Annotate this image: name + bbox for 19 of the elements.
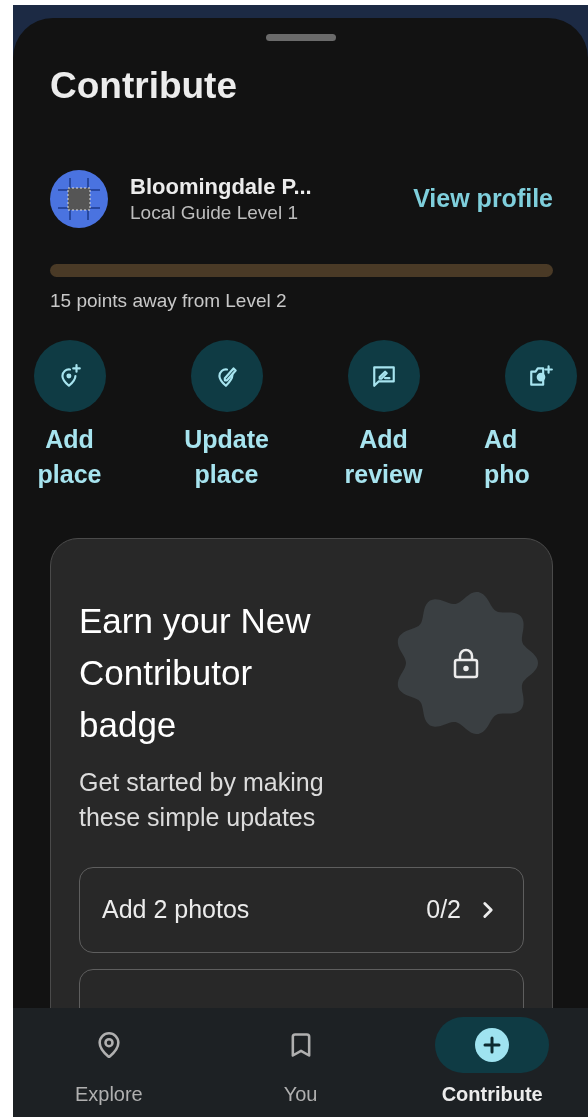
- nav-tab[interactable]: Contribute: [396, 1008, 588, 1117]
- badge-subtitle: Get started by making these simple updates: [79, 766, 325, 833]
- page-title: Contribute: [50, 67, 239, 104]
- plus-icon: [475, 1028, 510, 1062]
- guide-level: Local Guide Level 1: [130, 200, 299, 225]
- badge-title: Earn your New Contributor badge: [79, 599, 312, 746]
- action-button[interactable]: Ad pho: [462, 339, 588, 492]
- action-button[interactable]: Add place: [13, 339, 148, 492]
- avatar-icon: [50, 170, 108, 228]
- points-caption: 15 points away from Level 2: [50, 289, 288, 313]
- drag-handle[interactable]: [265, 34, 336, 41]
- view-profile-link[interactable]: View profile: [413, 180, 553, 218]
- action-button[interactable]: Add review: [305, 339, 462, 492]
- camera-plus-icon: [527, 362, 554, 389]
- nav-tab[interactable]: You: [204, 1008, 397, 1117]
- task-row[interactable]: Add 2 photos 0/2: [79, 866, 524, 953]
- profile-name: Bloomingdale P...: [130, 173, 312, 201]
- nav-tab[interactable]: Explore: [13, 1008, 205, 1117]
- action-button[interactable]: Update place: [148, 339, 305, 492]
